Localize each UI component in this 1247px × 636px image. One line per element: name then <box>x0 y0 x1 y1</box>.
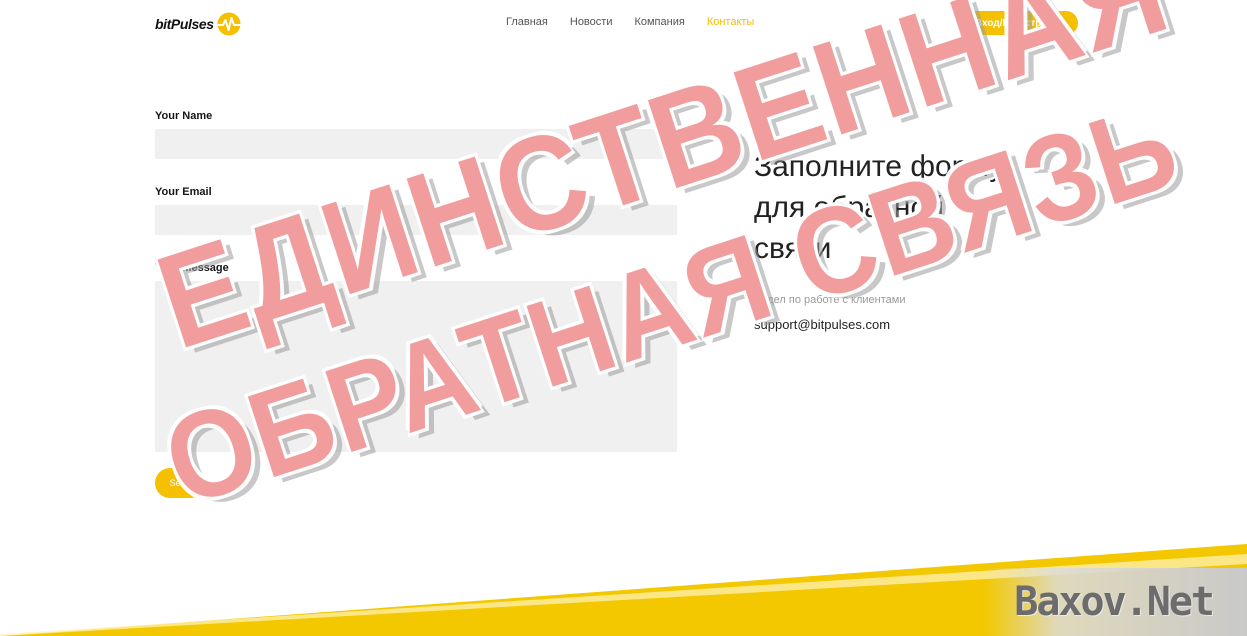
pulse-logo-icon <box>215 12 242 36</box>
message-label: Your Message <box>155 262 229 274</box>
send-button[interactable]: Send <box>155 468 205 498</box>
name-field-group: Your Name <box>155 108 677 159</box>
page: bitPulses Главная Новости Компания Конта… <box>0 0 1247 636</box>
email-input[interactable] <box>155 205 677 235</box>
main-nav: Главная Новости Компания Контакты <box>506 16 754 28</box>
name-label: Your Name <box>155 110 213 122</box>
support-department-label: Отдел по работе с клиентами <box>754 294 906 306</box>
contact-form: Your Name Your Email Your Message <box>155 108 677 452</box>
site-watermark: Baxov.Net <box>984 568 1247 636</box>
login-register-button[interactable]: Вход/Регистрация <box>962 11 1078 35</box>
message-textarea[interactable] <box>155 281 677 452</box>
watermark-text: Baxov.Net <box>1014 579 1215 625</box>
nav-item-news[interactable]: Новости <box>570 16 613 28</box>
name-input[interactable] <box>155 129 677 159</box>
email-label: Your Email <box>155 186 212 198</box>
logo-text: bitPulses <box>155 16 214 32</box>
site-header: bitPulses Главная Новости Компания Конта… <box>0 0 1247 48</box>
contact-info: Заполните форму для обратной связи Отдел… <box>754 146 1074 332</box>
email-field-group: Your Email <box>155 184 677 235</box>
contact-title-line-1: Заполните форму <box>754 150 1005 183</box>
nav-item-contacts[interactable]: Контакты <box>707 16 755 28</box>
nav-item-company[interactable]: Компания <box>634 16 684 28</box>
contact-title: Заполните форму для обратной связи <box>754 146 1074 269</box>
site-logo[interactable]: bitPulses <box>155 11 242 37</box>
nav-item-home[interactable]: Главная <box>506 16 548 28</box>
support-email-link[interactable]: support@bitpulses.com <box>754 317 1074 332</box>
message-field-group: Your Message <box>155 260 677 452</box>
contact-title-line-2: для обратной <box>754 191 944 224</box>
contact-title-line-3: связи <box>754 232 832 265</box>
